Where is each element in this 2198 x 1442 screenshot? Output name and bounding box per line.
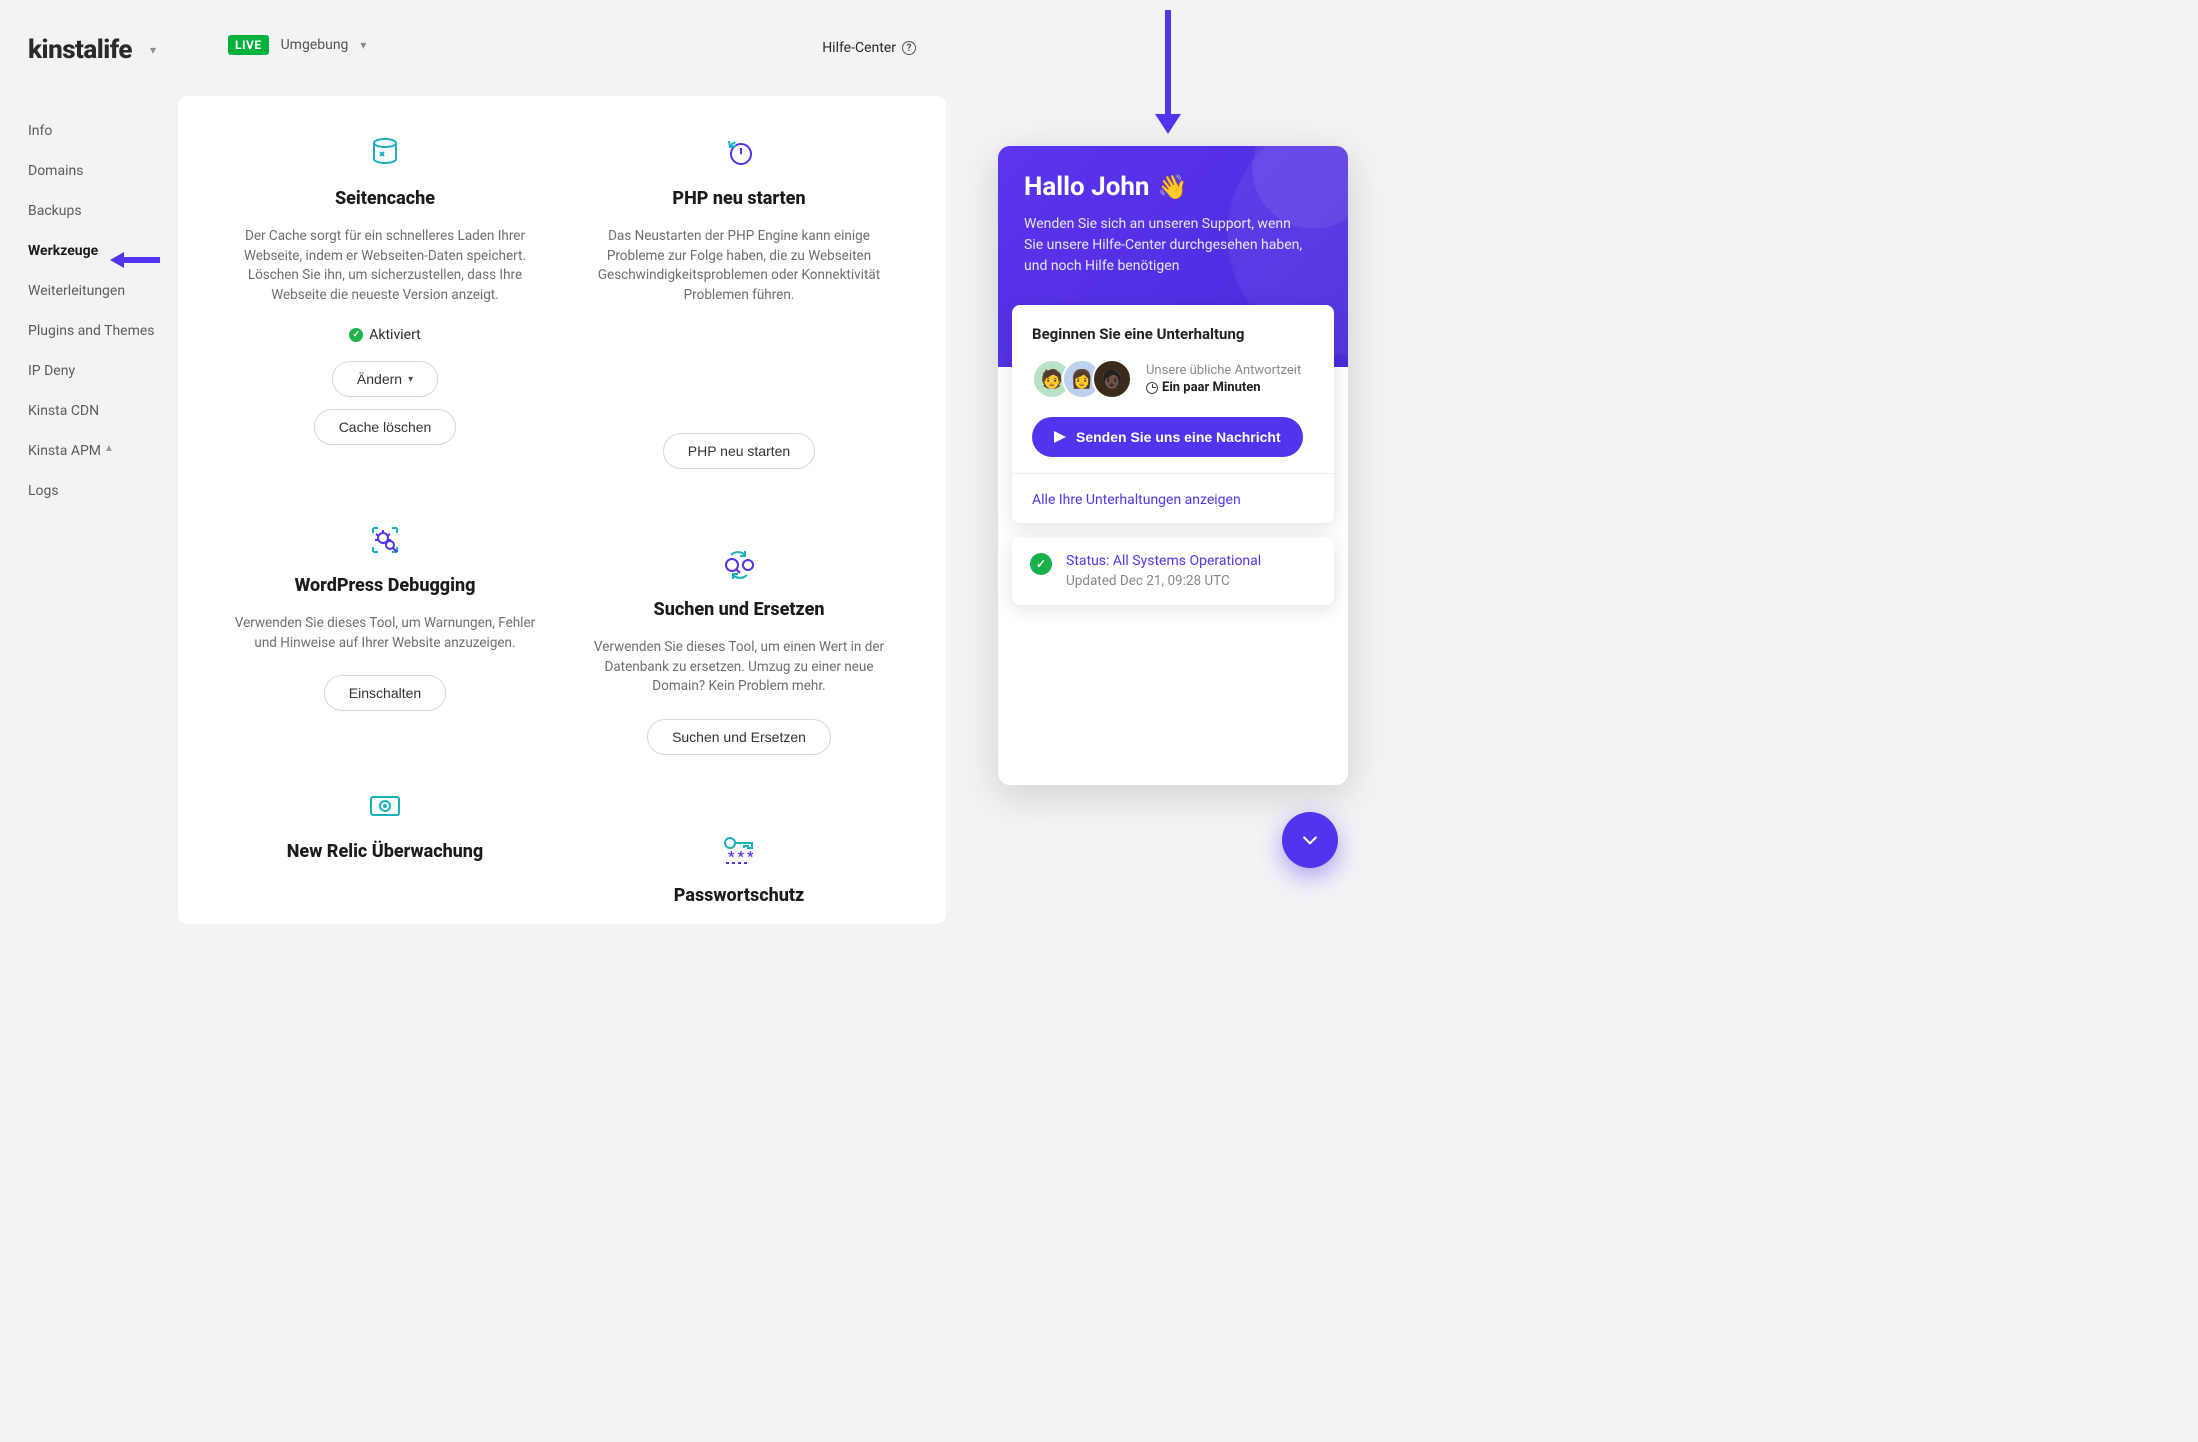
restart-icon xyxy=(580,136,898,170)
php-desc: Das Neustarten der PHP Engine kann einig… xyxy=(580,227,898,305)
password-icon: *** xyxy=(580,833,898,867)
view-all-conversations-link[interactable]: Alle Ihre Unterhaltungen anzeigen xyxy=(1032,492,1241,508)
arrow-pointing-werkzeuge xyxy=(110,252,162,268)
nav-item-ip-deny[interactable]: IP Deny xyxy=(28,351,180,391)
cache-icon xyxy=(226,136,544,170)
cache-desc: Der Cache sorgt für ein schnelleres Lade… xyxy=(226,227,544,305)
chevron-down-icon xyxy=(1300,830,1320,850)
live-badge: LIVE xyxy=(228,35,269,55)
tool-card-search-replace: Suchen und Ersetzen Verwenden Sie dieses… xyxy=(580,547,898,767)
tool-card-php: PHP neu starten Das Neustarten der PHP E… xyxy=(580,136,898,481)
cache-status: ✓ Aktiviert xyxy=(226,327,544,343)
send-message-button[interactable]: Senden Sie uns eine Nachricht xyxy=(1032,417,1303,457)
search-replace-button[interactable]: Suchen und Ersetzen xyxy=(647,719,831,755)
newrelic-title: New Relic Überwachung xyxy=(226,841,544,862)
environment-switcher[interactable]: LIVE Umgebung ▾ xyxy=(228,35,366,55)
php-restart-button[interactable]: PHP neu starten xyxy=(663,433,815,469)
nav-item-kinsta-cdn[interactable]: Kinsta CDN xyxy=(28,391,180,431)
site-switcher-caret[interactable]: ▾ xyxy=(150,43,156,57)
clock-icon xyxy=(1146,382,1158,394)
search-replace-icon xyxy=(580,547,898,581)
beta-badge: ▲ xyxy=(104,443,114,454)
tool-card-password: *** Passwortschutz xyxy=(580,833,898,906)
status-text: Status: All Systems Operational xyxy=(1066,553,1261,569)
cache-title: Seitencache xyxy=(226,188,544,209)
nav-item-weiterleitungen[interactable]: Weiterleitungen xyxy=(28,271,180,311)
nav-item-plugins-themes[interactable]: Plugins and Themes xyxy=(28,311,180,351)
debug-enable-button[interactable]: Einschalten xyxy=(324,675,446,711)
nav-item-domains[interactable]: Domains xyxy=(28,151,180,191)
tool-card-cache: Seitencache Der Cache sorgt für ein schn… xyxy=(226,136,544,457)
convo-title: Beginnen Sie eine Unterhaltung xyxy=(1032,325,1314,343)
debug-title: WordPress Debugging xyxy=(226,575,544,596)
wave-icon: 👋 xyxy=(1158,173,1188,201)
php-title: PHP neu starten xyxy=(580,188,898,209)
start-conversation-card: Beginnen Sie eine Unterhaltung 🧑 👩 🧑🏿 Un… xyxy=(1012,305,1334,523)
search-title: Suchen und Ersetzen xyxy=(580,599,898,620)
tools-panel: Seitencache Der Cache sorgt für ein schn… xyxy=(178,96,946,924)
newrelic-icon xyxy=(226,789,544,823)
password-title: Passwortschutz xyxy=(580,885,898,906)
status-ok-icon: ✓ xyxy=(1030,553,1052,575)
nav-item-kinsta-apm[interactable]: Kinsta APM▲ xyxy=(28,431,180,471)
tool-card-debug: WordPress Debugging Verwenden Sie dieses… xyxy=(226,523,544,723)
messenger-subtext: Wenden Sie sich an unseren Support, wenn… xyxy=(1024,214,1304,277)
arrow-pointing-messenger xyxy=(1158,10,1178,134)
nav-item-backups[interactable]: Backups xyxy=(28,191,180,231)
debug-desc: Verwenden Sie dieses Tool, um Warnungen,… xyxy=(226,614,544,653)
env-caret: ▾ xyxy=(360,38,366,52)
response-time-label: Unsere übliche Antwortzeit xyxy=(1146,363,1301,378)
chevron-down-icon: ▾ xyxy=(408,374,413,385)
search-desc: Verwenden Sie dieses Tool, um einen Wert… xyxy=(580,638,898,697)
check-icon: ✓ xyxy=(349,328,363,342)
logo-row: kinstalife ▾ xyxy=(28,35,180,65)
nav-item-info[interactable]: Info xyxy=(28,111,180,151)
status-updated: Updated Dec 21, 09:28 UTC xyxy=(1066,573,1261,589)
cache-clear-button[interactable]: Cache löschen xyxy=(314,409,457,445)
system-status-card[interactable]: ✓ Status: All Systems Operational Update… xyxy=(1012,537,1334,605)
env-label: Umgebung xyxy=(281,37,349,53)
messenger-greeting: Hallo John xyxy=(1024,172,1150,202)
messenger-launcher-button[interactable] xyxy=(1282,812,1338,868)
response-time-value: Ein paar Minuten xyxy=(1162,380,1261,395)
tool-card-newrelic: New Relic Überwachung xyxy=(226,789,544,862)
help-icon: ? xyxy=(902,41,916,55)
logo: kinstalife xyxy=(28,35,132,65)
send-icon xyxy=(1054,431,1066,443)
cache-change-button[interactable]: Ändern▾ xyxy=(332,361,438,397)
support-avatars: 🧑 👩 🧑🏿 xyxy=(1032,359,1132,399)
help-center-link[interactable]: Hilfe-Center ? xyxy=(822,40,916,56)
debug-icon xyxy=(226,523,544,557)
avatar: 🧑🏿 xyxy=(1092,359,1132,399)
nav-item-logs[interactable]: Logs xyxy=(28,471,180,511)
support-messenger: Hallo John 👋 Wenden Sie sich an unseren … xyxy=(998,146,1348,785)
